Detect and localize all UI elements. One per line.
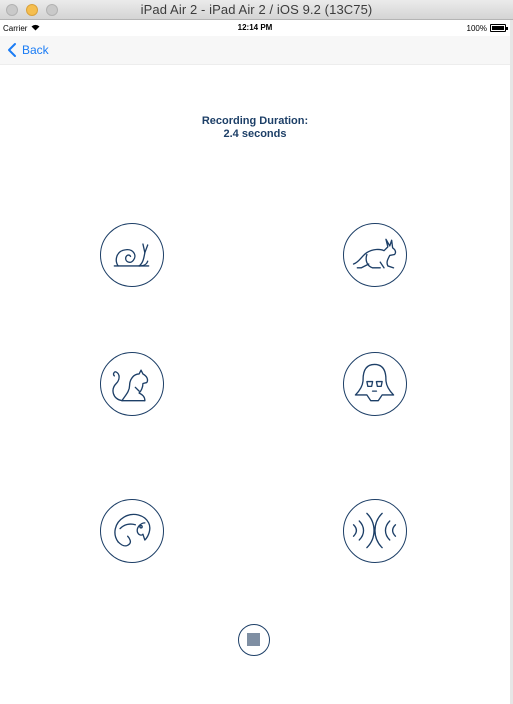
battery-icon [490, 24, 508, 32]
chevron-left-icon [8, 43, 16, 57]
rabbit-effect-button[interactable] [343, 223, 407, 287]
recording-duration-value: 2.4 seconds [223, 128, 287, 140]
status-time: 12:14 PM [237, 23, 273, 32]
window-title: iPad Air 2 - iPad Air 2 / iOS 9.2 (13C75… [140, 2, 373, 17]
back-button[interactable]: Back [6, 42, 49, 58]
echo-icon [352, 512, 397, 549]
navigation-bar: Back [0, 36, 510, 65]
stop-icon [247, 633, 260, 646]
back-button-label: Back [22, 43, 49, 57]
parrot-icon [114, 513, 151, 547]
recording-duration-label: Recording Duration: [201, 115, 309, 127]
stop-button[interactable] [238, 624, 270, 656]
snail-effect-button[interactable] [100, 223, 164, 287]
darth-vader-effect-button[interactable] [343, 352, 407, 416]
squirrel-icon [112, 369, 149, 402]
snail-icon [113, 243, 150, 267]
window-titlebar: iPad Air 2 - iPad Air 2 / iOS 9.2 (13C75… [0, 0, 513, 20]
status-bar: Carrier 12:14 PM 100% [0, 20, 510, 36]
parrot-effect-button[interactable] [100, 499, 164, 563]
darth-vader-icon [354, 363, 395, 402]
device-screen: Carrier 12:14 PM 100% Back Recording Dur… [0, 20, 513, 704]
squirrel-effect-button[interactable] [100, 352, 164, 416]
rabbit-icon [352, 238, 397, 269]
echo-effect-button[interactable] [343, 499, 407, 563]
battery-percentage: 100% [466, 24, 487, 33]
recording-duration: Recording Duration: 2.4 seconds [0, 115, 510, 141]
